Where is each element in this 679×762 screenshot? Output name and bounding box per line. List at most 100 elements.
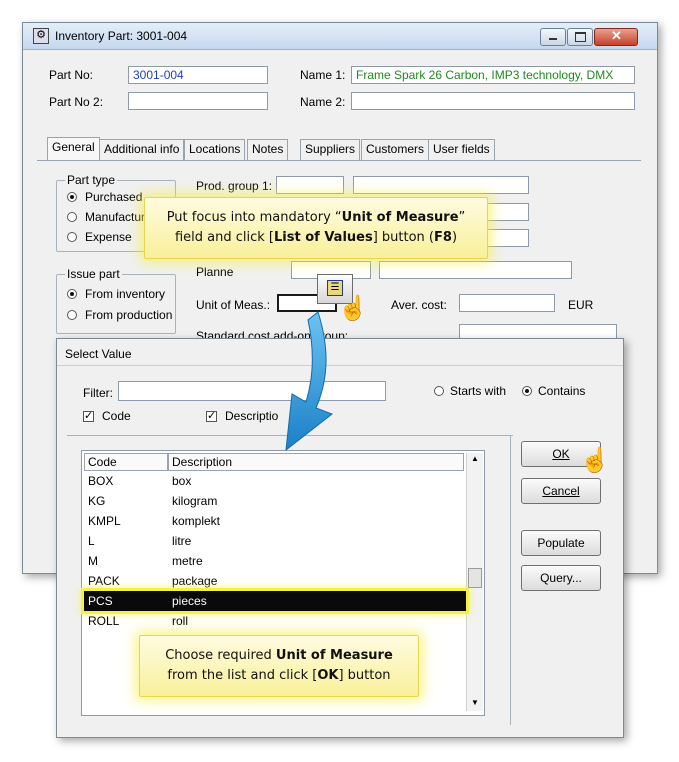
radio-purchased[interactable]: [67, 192, 77, 202]
tab-general[interactable]: General: [47, 137, 100, 161]
callout-top-line1: Put focus into mandatory “Unit of Measur…: [166, 210, 466, 225]
cell-description: komplekt: [172, 514, 221, 528]
list-item[interactable]: PCS pieces: [81, 588, 469, 614]
cell-code: PACK: [88, 574, 120, 588]
name2-label: Name 2:: [300, 95, 346, 109]
radio-manufactured-label: Manufactur: [85, 210, 146, 224]
populate-button[interactable]: Populate: [521, 530, 601, 556]
starts-with-label: Starts with: [450, 384, 507, 398]
part-no2-label: Part No 2:: [49, 95, 104, 109]
list-item[interactable]: KG kilogram: [84, 491, 466, 511]
maximize-icon: [575, 32, 586, 42]
list-rows: BOX box KG kilogram KMPL komplekt Llitre Mmetre…: [81, 471, 469, 631]
issue-part-label: Issue part: [65, 267, 122, 281]
dialog-title: Select Value: [65, 347, 132, 361]
guide-arrow: [285, 311, 334, 452]
issue-part-group: Issue part: [56, 267, 176, 334]
window-titlebar: ⚙ Inventory Part: 3001-004 ✕: [23, 23, 657, 50]
cancel-button-label: Cancel: [542, 484, 580, 498]
list-item[interactable]: KMPL komplekt: [84, 511, 466, 531]
cell-description: litre: [172, 534, 192, 548]
radio-contains[interactable]: [522, 386, 532, 396]
ok-button-label: OK: [552, 447, 570, 461]
list-item[interactable]: BOX box: [84, 471, 466, 491]
scroll-up-icon[interactable]: ▲: [471, 454, 479, 463]
contains-label: Contains: [538, 384, 586, 398]
part-no-label: Part No:: [49, 68, 94, 82]
code-checkbox[interactable]: ✓: [83, 411, 94, 422]
name1-label: Name 1:: [300, 68, 346, 82]
code-checkbox-label: Code: [102, 409, 131, 423]
tab-user-fields[interactable]: User fields: [428, 139, 495, 160]
list-item[interactable]: ROLL roll: [84, 611, 466, 631]
cell-description: roll: [172, 614, 189, 628]
radio-purchased-label: Purchased: [85, 190, 143, 204]
radio-from-production-label: From production: [85, 308, 173, 322]
radio-expense-label: Expense: [85, 230, 132, 244]
part-no-value: 3001-004: [133, 68, 184, 82]
prod-group-desc-field: [353, 176, 529, 194]
pointer-hand-icon-ok: ☝: [580, 447, 610, 474]
tab-notes[interactable]: Notes: [247, 139, 289, 160]
callout-top-line2: field and click [List of Values] button …: [174, 230, 458, 245]
name1-value: Frame Spark 26 Carbon, IMP3 technology, …: [356, 68, 614, 82]
prod-group-label: Prod. group 1:: [196, 179, 273, 193]
column-header-code[interactable]: Code: [84, 453, 168, 471]
tab-customers[interactable]: Customers: [361, 139, 430, 160]
app-icon: ⚙: [33, 28, 49, 44]
aver-cost-label: Aver. cost:: [391, 298, 447, 312]
cell-code: BOX: [88, 474, 114, 488]
guide-arrow-shape: [285, 311, 334, 452]
cancel-button[interactable]: Cancel: [521, 478, 601, 504]
part-no-field[interactable]: 3001-004: [128, 66, 268, 84]
cell-code: ROLL: [88, 614, 120, 628]
tab-locations[interactable]: Locations: [184, 139, 246, 160]
scroll-thumb[interactable]: [468, 568, 482, 588]
scroll-down-icon[interactable]: ▼: [471, 698, 479, 707]
radio-expense[interactable]: [67, 232, 77, 242]
cell-description: metre: [172, 554, 203, 568]
planner-label: Planne: [196, 265, 234, 279]
cell-code: KG: [88, 494, 106, 508]
buttons-separator: [510, 435, 511, 725]
aver-cost-field[interactable]: [459, 294, 555, 312]
callout-choose-unit: Choose required Unit of Measure from the…: [139, 635, 419, 697]
cell-description: pieces: [172, 594, 207, 608]
callout-bottom-line1: Choose required Unit of Measure: [165, 648, 393, 663]
cell-description: kilogram: [172, 494, 218, 508]
planner-desc-field: [379, 261, 572, 279]
callout-bottom-line2: from the list and click [OK] button: [167, 668, 391, 683]
list-item[interactable]: Mmetre: [84, 551, 466, 571]
callout-unit-of-measure: Put focus into mandatory “Unit of Measur…: [144, 197, 488, 259]
tab-suppliers[interactable]: Suppliers: [300, 139, 361, 160]
cell-code: PCS: [88, 594, 113, 608]
filter-label: Filter:: [83, 386, 113, 400]
list-item[interactable]: PACK package: [84, 571, 466, 591]
currency-label: EUR: [568, 298, 594, 312]
part-no2-field[interactable]: [128, 92, 268, 110]
name2-field[interactable]: [351, 92, 635, 110]
cell-description: package: [172, 574, 218, 588]
name1-field[interactable]: Frame Spark 26 Carbon, IMP3 technology, …: [351, 66, 635, 84]
tab-additional-info[interactable]: Additional info: [99, 139, 185, 160]
prod-group-field[interactable]: [276, 176, 344, 194]
part-type-label: Part type: [65, 173, 118, 187]
description-checkbox[interactable]: ✓: [206, 411, 217, 422]
cell-description: box: [172, 474, 192, 488]
close-icon: ✕: [611, 28, 622, 43]
maximize-button[interactable]: [567, 28, 593, 46]
close-button[interactable]: ✕: [594, 28, 638, 46]
minimize-button[interactable]: [540, 28, 566, 46]
cell-code: L: [88, 534, 95, 548]
minimize-icon: [549, 38, 557, 40]
cell-code: KMPL: [88, 514, 121, 528]
query-button[interactable]: Query...: [521, 565, 601, 591]
radio-starts-with[interactable]: [434, 386, 444, 396]
window-title: Inventory Part: 3001-004: [55, 29, 188, 43]
radio-manufactured[interactable]: [67, 212, 77, 222]
cell-code: M: [88, 554, 98, 568]
radio-from-production[interactable]: [67, 310, 77, 320]
radio-from-inventory[interactable]: [67, 289, 77, 299]
list-item[interactable]: Llitre: [84, 531, 466, 551]
list-scrollbar[interactable]: ▲ ▼: [466, 453, 483, 711]
